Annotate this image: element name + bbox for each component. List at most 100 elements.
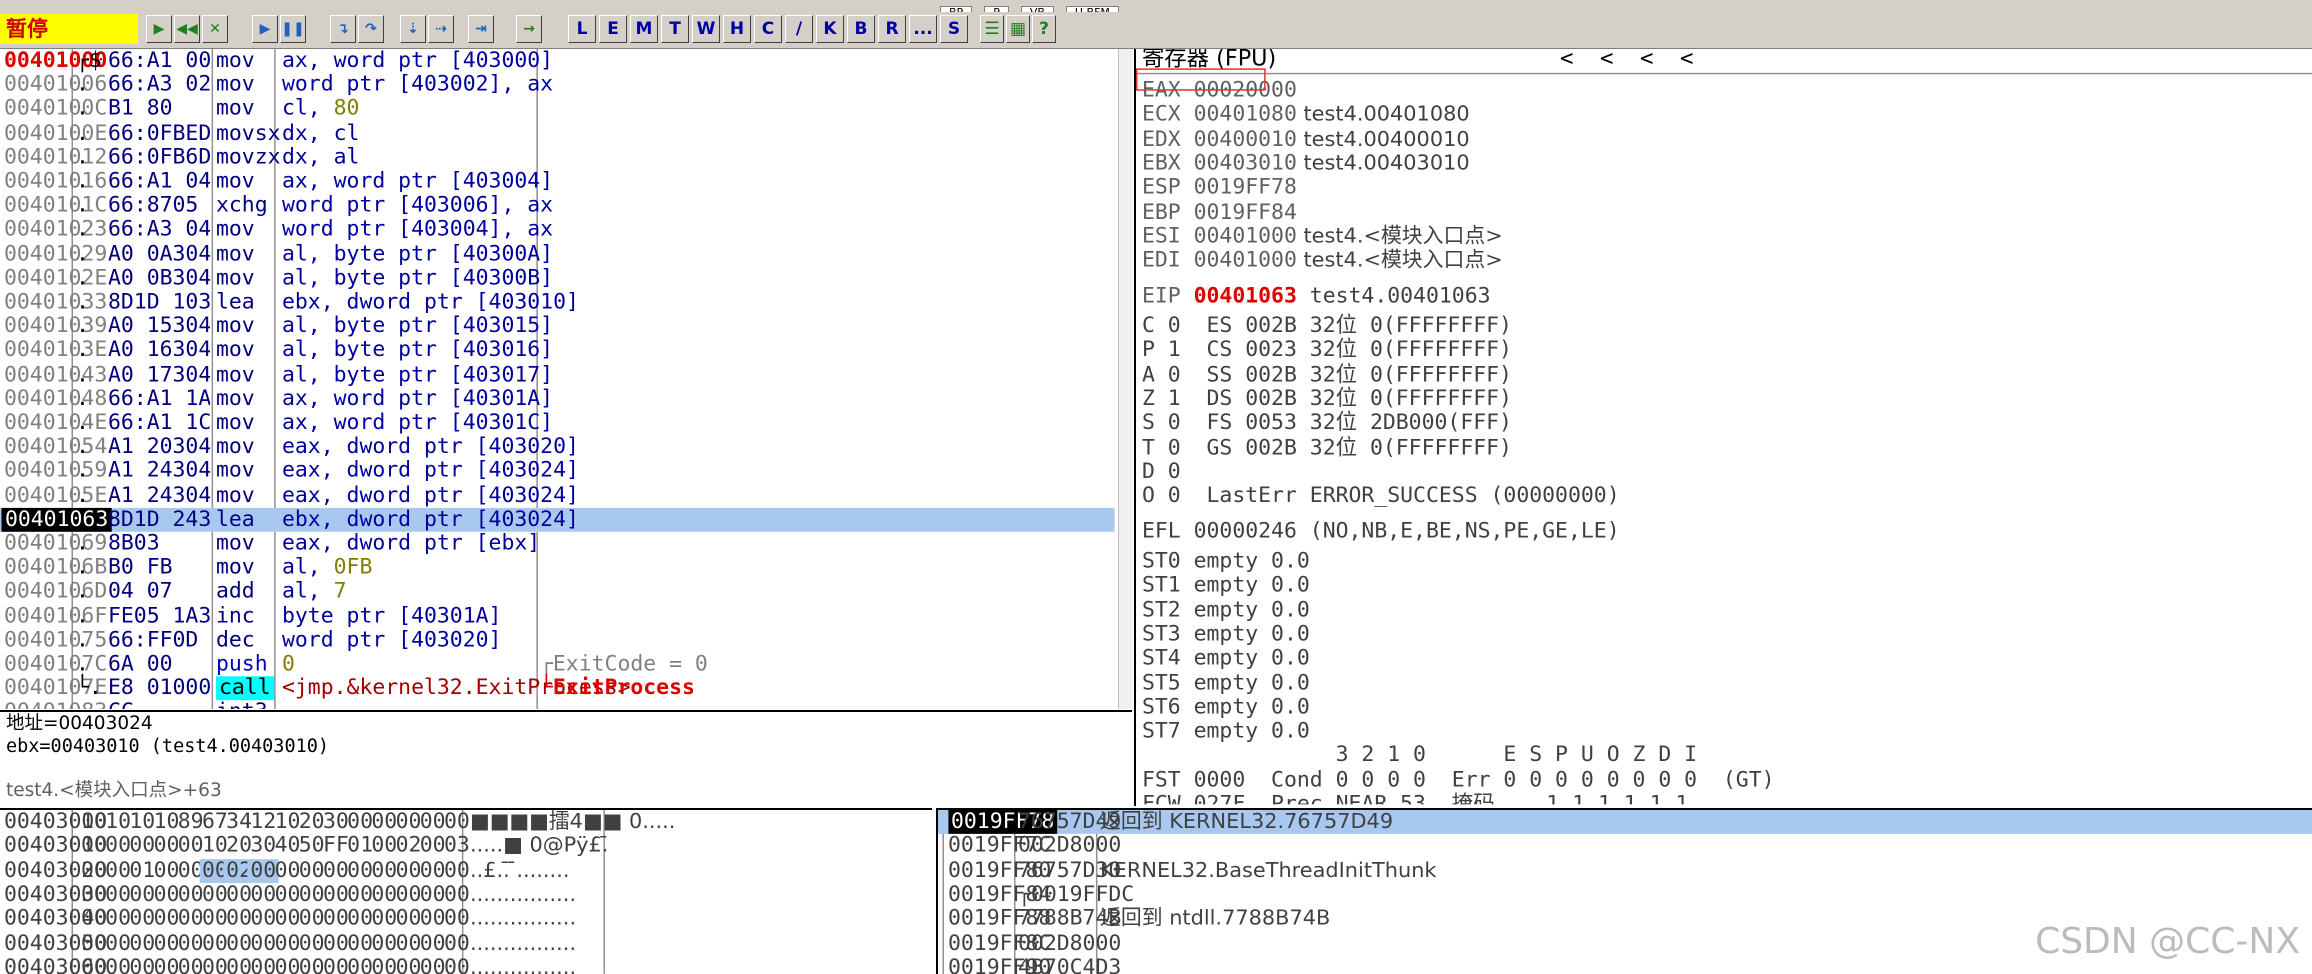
dump-row[interactable]: 00403040 00 00 00 00 00 00 00 00 00 00 00 00 00 00 00 00… [0, 907, 932, 931]
disasm-row[interactable]: 00401000┌$66:A1 003040movax, word ptr [4… [0, 49, 1114, 73]
stack-value[interactable]: 002D8000 [1018, 931, 1121, 955]
register-flag-row[interactable]: S 0 FS 0053 32位 2DB000(FFF) [1142, 411, 1512, 435]
disasm-address[interactable]: 0040102E [4, 266, 107, 290]
fpu-st-register[interactable]: ST1 empty 0.0 [1142, 574, 1310, 598]
toolbar-button-c[interactable]: C [754, 15, 782, 43]
disassembly-pane[interactable]: 00401000┌$66:A1 003040movax, word ptr [4… [0, 49, 1118, 709]
memory-dump-pane[interactable]: 00403000 10 10 10 10 89 67 34 12 10 20 30 00 00 00 00 00… [0, 808, 932, 974]
open-icon[interactable]: ▶ [146, 15, 172, 43]
register-efl[interactable]: EFL 00000246 (NO,NB,E,BE,NS,PE,GE,LE) [1142, 520, 1620, 544]
disasm-row[interactable]: 00401012. 66:0FB6D0movzxdx, al [0, 146, 1114, 170]
register-esi[interactable]: ESI 00401000 test4.<模块入口点> [1142, 225, 1503, 249]
disasm-address[interactable]: 00401039 [4, 314, 107, 338]
disasm-address[interactable]: 00401059 [4, 459, 107, 483]
disasm-row[interactable]: 00401006. 66:A3 023040mov word ptr [403002… [0, 73, 1114, 97]
fpu-st-register[interactable]: ST7 empty 0.0 [1142, 720, 1310, 744]
disasm-address[interactable]: 00401048 [4, 387, 107, 411]
disasm-row[interactable]: 0040106F. FE05 1A30400inc byte ptr [40301A… [0, 604, 1114, 628]
register-flag-row[interactable]: A 0 SS 002B 32位 0(FFFFFFFF) [1142, 363, 1512, 387]
fpu-st-register[interactable]: ST4 empty 0.0 [1142, 647, 1310, 671]
stack-value[interactable]: 4B70C4D3 [1018, 956, 1121, 974]
disasm-row[interactable]: 0040107E└.E8 01000000call<jmp.&kernel32.… [0, 676, 1114, 701]
dump-byte[interactable]: 00 [441, 907, 473, 931]
disasm-row[interactable]: 00401033. 8D1D 1030400lea ebx, dword ptr [… [0, 290, 1114, 314]
disasm-address[interactable]: 0040100C [4, 97, 107, 121]
stack-row[interactable]: 0019FF84 ┌0019FFDC [938, 883, 2312, 907]
dump-byte[interactable]: 03 [441, 834, 473, 858]
toolbar-button-m[interactable]: M [630, 15, 658, 43]
disasm-row[interactable]: 00401023. 66:A3 043040mov word ptr [403004… [0, 218, 1114, 242]
toolbar-button-b[interactable]: B [847, 15, 875, 43]
disasm-address[interactable]: 00401029 [4, 242, 107, 266]
execute-till-return-icon[interactable]: ⇥ [468, 15, 494, 43]
disasm-row[interactable]: 00401083. CC int3 [0, 701, 1114, 709]
fpu-st-register[interactable]: ST2 empty 0.0 [1142, 598, 1310, 622]
pause-icon[interactable]: ❚❚ [280, 15, 306, 43]
register-ebx[interactable]: EBX 00403010 test4.00403010 [1142, 152, 1470, 176]
disasm-row[interactable]: 00401029. A0 0A304000mov al, byte ptr [403… [0, 242, 1114, 266]
disasm-row[interactable]: 00401075. 66:FF0D 2030 dec word ptr [403020… [0, 628, 1114, 652]
disasm-row[interactable]: 00401059. A1 24304000mov eax, dword ptr [4… [0, 459, 1114, 483]
dump-row[interactable]: 00403030 00 00 00 00 00 00 00 00 00 00 00 00 00 00 00 00… [0, 883, 932, 907]
dump-byte[interactable]: 00 [441, 931, 473, 955]
dump-row[interactable]: 00403010 00 00 00 00 00 10 20 30 40 50 FF 01 00 02 00 03… [0, 834, 932, 858]
disasm-address[interactable]: 0040101C [4, 194, 107, 218]
toolbar-button-r[interactable]: R [878, 15, 906, 43]
disasm-row[interactable]: 00401054. A1 20304000mov eax, dword ptr [4… [0, 435, 1114, 459]
restart-icon[interactable]: ◀◀ [174, 15, 200, 43]
toolbar-button-slash[interactable]: / [785, 15, 813, 43]
register-flag-row[interactable]: Z 1 DS 002B 32位 0(FFFFFFFF) [1142, 387, 1512, 411]
disasm-row[interactable]: 0040107C. 6A 00 push 0 ┌ExitCode = 0 [0, 652, 1114, 676]
toolbar-button-e[interactable]: E [599, 15, 627, 43]
stack-value[interactable]: ┌0019FFDC [1018, 883, 1134, 907]
dump-byte[interactable]: 00 [441, 883, 473, 907]
disasm-row[interactable]: 0040106D. 04 07 add al, 7 [0, 580, 1114, 604]
register-ecx[interactable]: ECX 00401080 test4.00401080 [1142, 103, 1470, 127]
disasm-address[interactable]: 00401006 [4, 73, 107, 97]
disasm-row[interactable]: 00401039. A0 15304000mov al, byte ptr [403… [0, 314, 1114, 338]
disasm-scrollbar[interactable] [1118, 49, 1133, 709]
disasm-address[interactable]: 00401023 [4, 218, 107, 242]
register-nav-arrow[interactable]: < [1560, 49, 1573, 70]
register-eip[interactable]: EIP 00401063 test4.00401063 [1142, 285, 1491, 309]
disasm-address[interactable]: 00401083 [4, 701, 107, 709]
dump-row[interactable]: 00403050 00 00 00 00 00 00 00 00 00 00 00 00 00 00 00 00… [0, 931, 932, 955]
disasm-row[interactable]: 00401043. A0 17304000mov al, byte ptr [403… [0, 363, 1114, 387]
register-ebp[interactable]: EBP 0019FF84 [1142, 200, 1297, 224]
disasm-address[interactable]: 00401054 [4, 435, 107, 459]
disasm-row[interactable]: 0040105E. A1 24304000mov eax, dword ptr [4… [0, 483, 1114, 507]
disasm-address[interactable]: 0040105E [4, 483, 107, 507]
dump-byte[interactable]: 00 [441, 956, 473, 974]
help-icon[interactable]: ? [1032, 15, 1056, 43]
disasm-address[interactable]: 00401016 [4, 170, 107, 194]
disasm-row[interactable]: 0040100E. 66:0FBED1movsxdx, cl [0, 121, 1114, 145]
disasm-address[interactable]: 00401063 [1, 507, 112, 532]
disasm-address[interactable]: 0040106D [4, 580, 107, 604]
register-flag-row[interactable]: O 0 LastErr ERROR_SUCCESS (00000000) [1142, 484, 1620, 508]
register-pane[interactable]: 寄存器 (FPU) < < < < EAX 00020000 ECX 00401080 te… [1134, 49, 2312, 806]
disasm-row[interactable]: 0040106B. B0 FB mov al, 0FB [0, 556, 1114, 580]
trace-over-icon[interactable]: ⇢ [428, 15, 454, 43]
disasm-row[interactable]: 0040100C. B1 80 mov cl, 80 [0, 97, 1114, 121]
fpu-st-register[interactable]: ST0 empty 0.0 [1142, 550, 1310, 574]
register-nav-arrow[interactable]: < [1640, 49, 1653, 70]
dump-row[interactable]: 00403060 00 00 00 00 00 00 00 00 00 00 00 00 00 00 00 00… [0, 956, 932, 974]
stack-row[interactable]: 0019FF7C 002D8000 [938, 834, 2312, 858]
toolbar-button-k[interactable]: K [816, 15, 844, 43]
disasm-address[interactable]: 00401075 [4, 628, 107, 652]
fpu-fst[interactable]: FST 0000 Cond 0 0 0 0 Err 0 0 0 0 0 0 0 … [1142, 768, 1775, 792]
toolbar-button-h[interactable]: H [723, 15, 751, 43]
disasm-address[interactable]: 0040106B [4, 556, 107, 580]
register-esp[interactable]: ESP 0019FF78 [1142, 176, 1297, 200]
grid-icon[interactable]: ▦ [1006, 15, 1030, 43]
disasm-row[interactable]: 00401063. 8D1D 2430400lea ebx, dword ptr [… [0, 507, 1114, 532]
toolbar-button-l[interactable]: L [568, 15, 596, 43]
disasm-address[interactable]: 00401069 [4, 532, 107, 556]
stack-row[interactable]: 0019FF78 76757D49 返回到 KERNEL32.76757D49 [938, 810, 2312, 834]
fpu-st-register[interactable]: ST6 empty 0.0 [1142, 695, 1310, 719]
register-flag-row[interactable]: P 1 CS 0023 32位 0(FFFFFFFF) [1142, 339, 1512, 363]
register-flag-row[interactable]: T 0 GS 002B 32位 0(FFFFFFFF) [1142, 436, 1512, 460]
toolbar-button-s[interactable]: S [940, 15, 968, 43]
trace-into-icon[interactable]: ⇣ [400, 15, 426, 43]
disasm-address[interactable]: 00401043 [4, 363, 107, 387]
